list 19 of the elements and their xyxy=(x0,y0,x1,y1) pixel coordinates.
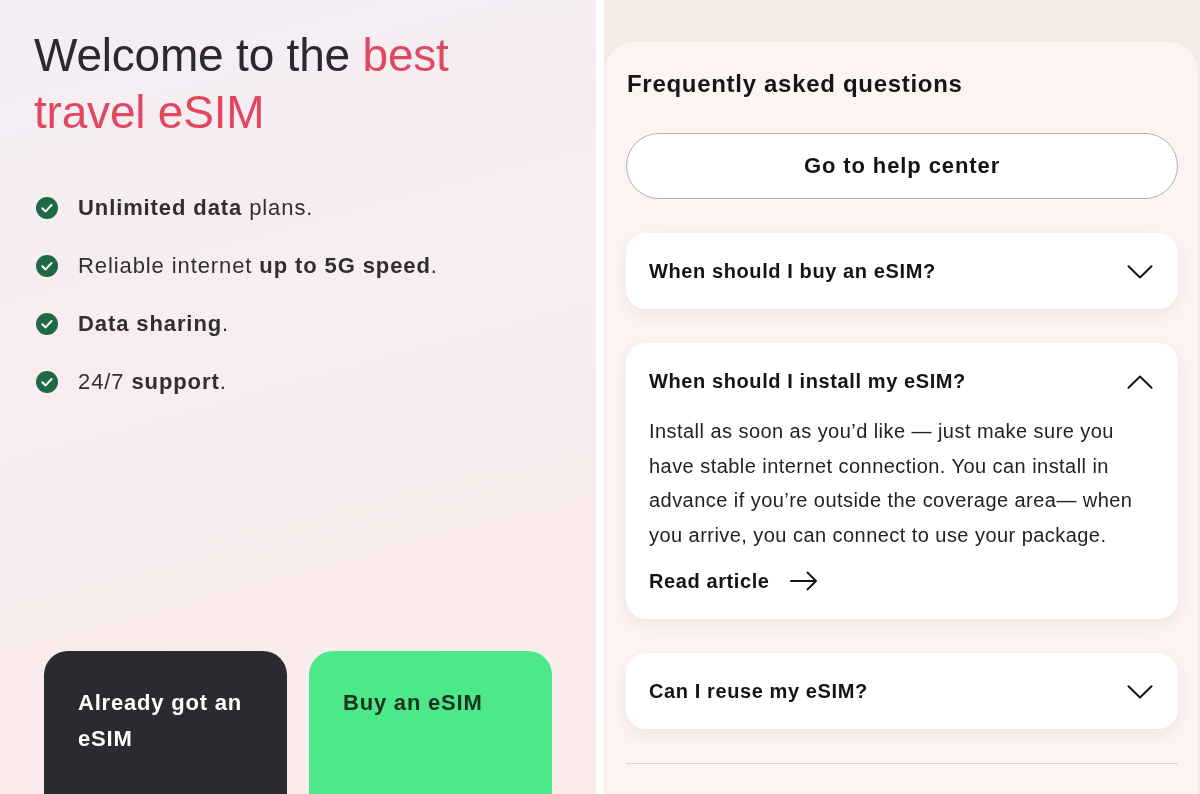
faq-heading: Frequently asked questions xyxy=(627,69,964,99)
faq-answer: Install as soon as you’d like — just make sure you have stable internet connection. You can install in advance if you’re outside the coverage area— when you arrive, you can connect to use your package. xyxy=(649,419,1134,548)
read-article-link[interactable]: Read article xyxy=(649,566,818,596)
faq-question-toggle[interactable]: When should I buy an eSIM? xyxy=(649,257,1153,286)
secondary-action-button[interactable]: Already got an eSIM xyxy=(44,651,287,794)
primary-action-button[interactable]: Buy an eSIM xyxy=(309,651,552,794)
feature-text: 24/7 support. xyxy=(78,368,227,396)
check-circle-icon xyxy=(36,313,58,335)
faq-question-toggle[interactable]: When should I install my eSIM? xyxy=(649,367,1153,396)
faq-question-toggle[interactable]: Can I reuse my eSIM? xyxy=(649,677,1153,706)
welcome-headline: Welcome to the best travel eSIM xyxy=(34,28,450,140)
check-circle-icon xyxy=(36,197,58,219)
feature-text: Data sharing. xyxy=(78,310,230,338)
arrow-right-icon xyxy=(789,571,818,591)
feature-text: Unlimited data plans. xyxy=(78,194,314,222)
check-circle-icon xyxy=(36,255,58,277)
feature-text: Reliable internet up to 5G speed. xyxy=(78,252,438,280)
help-center-button[interactable]: Go to help center xyxy=(626,133,1178,199)
check-circle-icon xyxy=(36,371,58,393)
